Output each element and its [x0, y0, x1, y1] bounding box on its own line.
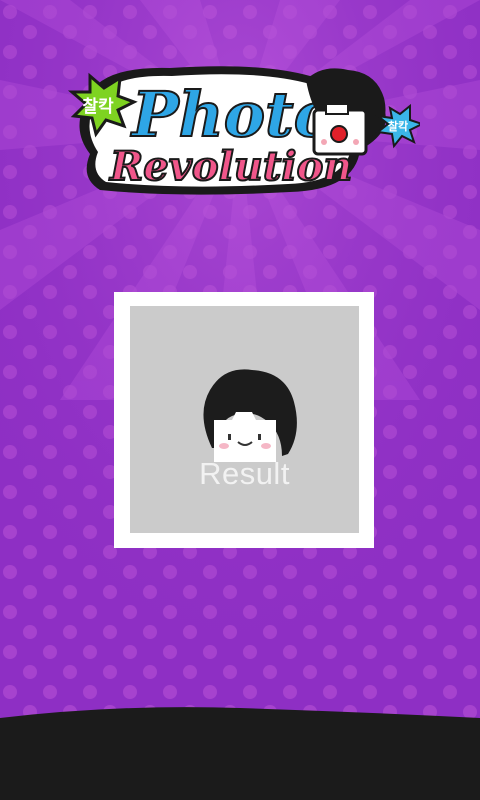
app-logo: 찰칵 Photo Revolution 찰칵	[60, 58, 425, 198]
result-frame: Result	[114, 292, 374, 548]
result-button[interactable]: Result	[130, 306, 359, 533]
mascot-face-icon	[203, 369, 297, 462]
badge-left-label: 찰칵	[82, 97, 114, 117]
title-line1: Photo	[130, 78, 335, 151]
result-label: Result	[199, 456, 290, 491]
bottom-bar	[0, 707, 480, 800]
badge-right-label: 찰칵	[388, 119, 408, 133]
camera-mascot-icon	[306, 68, 386, 156]
